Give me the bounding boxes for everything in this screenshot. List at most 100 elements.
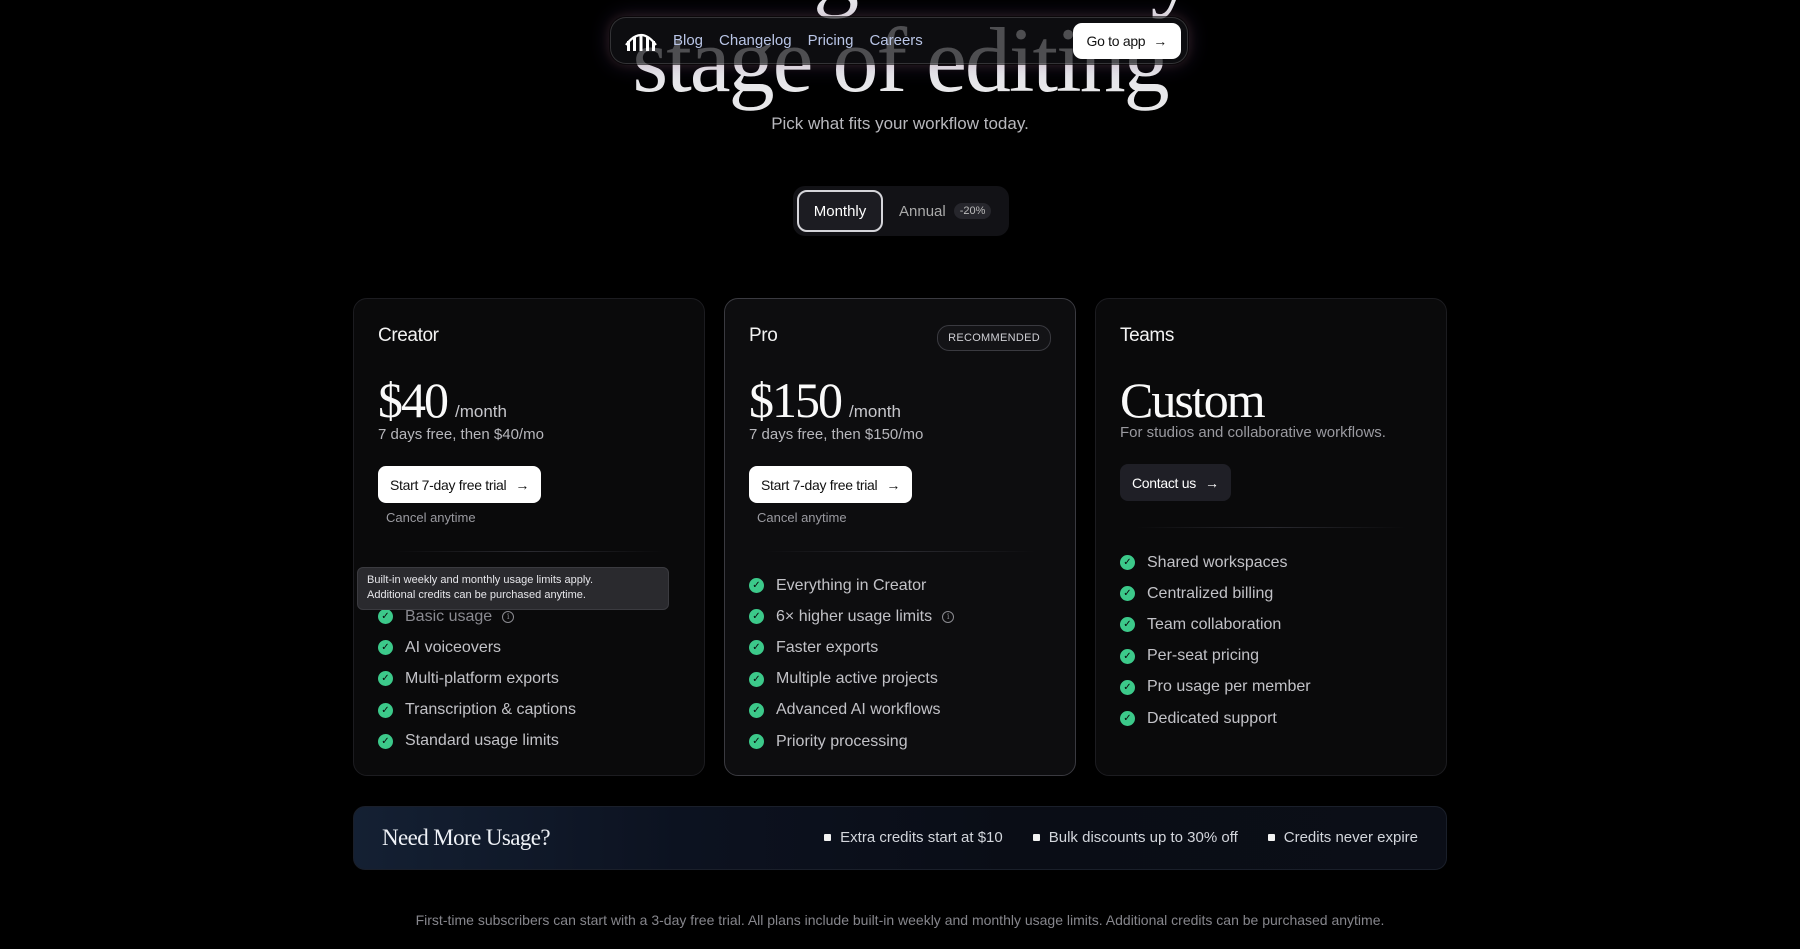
recommended-badge: RECOMMENDED: [937, 325, 1051, 351]
usage-item-label: Credits never expire: [1283, 829, 1418, 846]
feature-label: Team collaboration: [1147, 615, 1282, 633]
price-row: Custom: [1120, 371, 1266, 429]
usage-item-label: Bulk discounts up to 30% off: [1048, 829, 1238, 846]
cancel-anytime: Cancel anytime: [386, 510, 476, 525]
start-trial-label: Start 7-day free trial: [390, 476, 507, 493]
info-icon[interactable]: i: [502, 610, 515, 623]
plan-description: For studios and collaborative workflows.: [1120, 424, 1386, 441]
check-circle-icon: ✓: [749, 640, 764, 656]
check-circle-icon: ✓: [378, 733, 393, 749]
plan-price: Custom: [1120, 372, 1266, 428]
usage-item: Extra credits start at $10: [824, 829, 1003, 846]
go-to-app-label: Go to app: [1086, 33, 1146, 49]
price-row: $150 /month: [749, 371, 901, 429]
start-trial-label: Start 7-day free trial: [761, 476, 878, 493]
check-circle-icon: ✓: [378, 640, 393, 656]
feature-label: AI voiceovers: [405, 638, 502, 656]
price-note: 7 days free, then $150/mo: [749, 426, 924, 443]
plan-card-teams: Teams Custom For studios and collaborati…: [1095, 298, 1447, 776]
usage-items: Extra credits start at $10 Bulk discount…: [824, 829, 1418, 846]
square-bullet-icon: [1032, 834, 1040, 841]
price-row: $40 /month: [378, 371, 507, 429]
check-circle-icon: ✓: [1120, 586, 1135, 602]
tooltip-line-1: Built-in weekly and monthly usage limits…: [367, 574, 594, 586]
plan-period: /month: [455, 402, 507, 421]
list-item: ✓ Standard usage limits: [378, 726, 576, 757]
toggle-annual-label: Annual: [899, 202, 946, 220]
feature-label: Pro usage per member: [1147, 678, 1311, 696]
go-to-app-button[interactable]: Go to app →: [1072, 23, 1181, 59]
feature-label: Priority processing: [776, 732, 908, 750]
check-circle-icon: ✓: [749, 734, 764, 750]
feature-list: ✓ Everything in Creator ✓ 6× higher usag…: [749, 570, 955, 757]
list-item: ✓ Shared workspaces: [1120, 547, 1311, 578]
discount-badge: -20%: [953, 203, 992, 219]
square-bullet-icon: [824, 834, 832, 841]
list-item: ✓ Pro usage per member: [1120, 672, 1311, 703]
feature-label: Centralized billing: [1147, 584, 1274, 602]
usage-item-label: Extra credits start at $10: [840, 829, 1003, 846]
feature-list: ✓ Basic usage i ✓ AI voiceovers ✓ Multi-…: [378, 601, 576, 757]
feature-label: Everything in Creator: [776, 576, 927, 594]
arrow-right-icon: →: [515, 476, 530, 493]
logo-icon[interactable]: [623, 29, 659, 53]
list-item: ✓ Multi-platform exports: [378, 663, 576, 694]
square-bullet-icon: [1267, 834, 1275, 841]
start-trial-button[interactable]: Start 7-day free trial →: [749, 466, 913, 503]
feature-label: 6× higher usage limits: [776, 607, 933, 625]
nav-link-careers[interactable]: Careers: [869, 32, 922, 49]
list-item: ✓ Per-seat pricing: [1120, 641, 1311, 672]
list-item: ✓ Dedicated support: [1120, 703, 1311, 734]
check-circle-icon: ✓: [1120, 617, 1135, 633]
list-item: ✓ Everything in Creator: [749, 570, 954, 601]
pricing-footnote: First-time subscribers can start with a …: [415, 912, 1385, 928]
toggle-annual[interactable]: Annual -20%: [899, 196, 992, 226]
usage-tooltip: Built-in weekly and monthly usage limits…: [357, 567, 669, 610]
nav-link-blog[interactable]: Blog: [673, 32, 703, 49]
usage-title: Need More Usage?: [382, 825, 551, 850]
toggle-monthly[interactable]: Monthly: [797, 190, 883, 232]
feature-label: Multi-platform exports: [405, 669, 559, 687]
plan-price: $150: [749, 372, 843, 428]
divider: [394, 551, 664, 552]
contact-us-label: Contact us: [1132, 474, 1196, 491]
check-circle-icon: ✓: [749, 702, 764, 718]
usage-item: Bulk discounts up to 30% off: [1032, 829, 1238, 846]
plan-name: Teams: [1120, 325, 1174, 346]
check-circle-icon: ✓: [378, 702, 393, 718]
hero-subtitle: Pick what fits your workflow today.: [771, 114, 1029, 133]
plan-card-pro: Pro RECOMMENDED $150 /month 7 days free,…: [724, 298, 1076, 776]
divider: [765, 551, 1035, 552]
price-note: 7 days free, then $40/mo: [378, 426, 544, 443]
arrow-right-icon: →: [1204, 474, 1219, 491]
plan-card-creator: Creator $40 /month 7 days free, then $40…: [353, 298, 705, 776]
arrow-right-icon: →: [886, 476, 901, 493]
check-circle-icon: ✓: [749, 609, 764, 625]
list-item: ✓ Advanced AI workflows: [749, 695, 954, 726]
check-circle-icon: ✓: [378, 609, 393, 625]
plan-period: /month: [849, 402, 901, 421]
billing-toggle: Monthly Annual -20%: [793, 186, 1009, 236]
start-trial-button[interactable]: Start 7-day free trial →: [378, 466, 542, 503]
usage-item: Credits never expire: [1267, 829, 1418, 846]
divider: [1136, 527, 1406, 528]
feature-label: Faster exports: [776, 638, 879, 656]
nav-link-pricing[interactable]: Pricing: [808, 32, 854, 49]
cancel-anytime: Cancel anytime: [757, 510, 847, 525]
list-item: ✓ Multiple active projects: [749, 664, 954, 695]
feature-label: Shared workspaces: [1147, 553, 1288, 571]
top-navbar: Blog Changelog Pricing Careers Go to app…: [610, 17, 1188, 64]
info-icon[interactable]: i: [942, 610, 955, 623]
list-item: ✓ 6× higher usage limits i: [749, 601, 955, 632]
check-circle-icon: ✓: [749, 578, 764, 594]
list-item: ✓ Transcription & captions: [378, 695, 576, 726]
feature-label: Per-seat pricing: [1147, 647, 1260, 665]
feature-label: Dedicated support: [1147, 709, 1277, 727]
list-item: ✓ Faster exports: [749, 632, 954, 663]
feature-list: ✓ Shared workspaces ✓ Centralized billin…: [1120, 547, 1311, 734]
list-item: ✓ Team collaboration: [1120, 609, 1311, 640]
arrow-right-icon: →: [1153, 33, 1167, 49]
nav-link-changelog[interactable]: Changelog: [719, 32, 792, 49]
contact-us-button[interactable]: Contact us →: [1120, 464, 1231, 501]
plan-name: Creator: [378, 325, 439, 346]
